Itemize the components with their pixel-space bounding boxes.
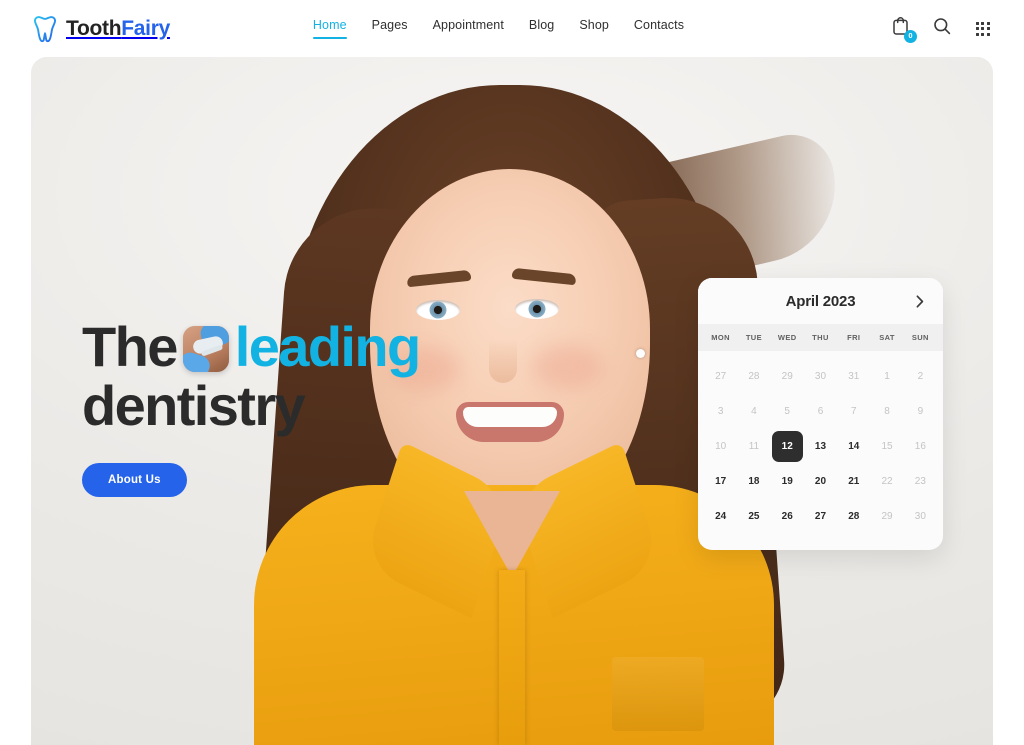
calendar-day-19[interactable]: 19 [771,466,804,497]
main-navigation: Home Pages Appointment Blog Shop Contact… [273,18,684,39]
hero-content: The leading dentistry About Us [82,315,421,497]
nav-item-shop[interactable]: Shop [579,18,609,39]
calendar-day-29[interactable]: 29 [771,361,804,392]
about-us-button[interactable]: About Us [82,462,187,497]
calendar-day-17[interactable]: 17 [704,466,737,497]
calendar-day-6[interactable]: 6 [804,396,837,427]
search-button[interactable] [931,18,953,40]
weekday-sat: SAT [879,333,895,342]
nav-item-contacts[interactable]: Contacts [634,18,684,39]
header-actions: 0 [890,17,994,43]
calendar-day-16[interactable]: 16 [904,431,937,462]
brand-name-part2: Fairy [121,17,170,40]
site-header: ToothFairy Home Pages Appointment Blog S… [0,0,1024,57]
headline-part1: The [82,315,178,378]
calendar-day-27[interactable]: 27 [804,501,837,532]
calendar-header: April 2023 [698,278,943,324]
cart-badge-count: 0 [903,29,917,43]
calendar-day-14[interactable]: 14 [837,431,870,462]
grid-menu-icon [975,21,990,36]
nav-item-pages[interactable]: Pages [372,18,408,39]
calendar-day-10[interactable]: 10 [704,431,737,462]
headline-part2: dentistry [82,374,306,438]
calendar-weekday-row: MON TUE WED THU FRI SAT SUN [698,324,943,351]
calendar-day-18[interactable]: 18 [737,466,770,497]
calendar-day-7[interactable]: 7 [837,396,870,427]
nav-item-blog[interactable]: Blog [529,18,554,39]
calendar-day-11[interactable]: 11 [737,431,770,462]
calendar-day-9[interactable]: 9 [904,396,937,427]
calendar-day-30[interactable]: 30 [904,501,937,532]
calendar-month-title: April 2023 [785,292,856,310]
calendar-day-12[interactable]: 12 [771,431,803,462]
cart-button[interactable]: 0 [890,17,917,43]
chevron-right-icon[interactable] [911,292,929,310]
appointment-calendar: April 2023 MON TUE WED THU FRI SAT SUN 2… [698,278,943,550]
calendar-day-grid: 27 28 29 30 31 1 2 3 4 5 6 7 8 9 10 11 12 13 14 15 16 17 18 19 2… [698,351,943,550]
brand-logo[interactable]: ToothFairy [32,15,170,43]
dental-procedure-thumbnail [182,326,229,372]
calendar-day-28[interactable]: 28 [837,501,870,532]
calendar-day-4[interactable]: 4 [737,396,770,427]
weekday-mon: MON [711,333,730,342]
hero-headline: The leading dentistry [82,315,421,438]
nav-item-appointment[interactable]: Appointment [433,18,504,39]
brand-name-part1: Tooth [66,17,122,40]
nav-item-home[interactable]: Home [312,18,347,39]
weekday-fri: FRI [847,333,861,342]
calendar-day-24[interactable]: 24 [704,501,737,532]
hero-section: The leading dentistry About Us April 2023… [31,57,993,745]
apps-menu-button[interactable] [972,18,994,40]
weekday-sun: SUN [911,333,929,342]
tooth-icon [32,15,58,43]
weekday-thu: THU [812,333,829,342]
calendar-day-26[interactable]: 26 [771,501,804,532]
calendar-day-22[interactable]: 22 [870,466,903,497]
weekday-tue: TUE [745,333,763,342]
calendar-day-1[interactable]: 1 [870,361,903,392]
headline-accent: leading [234,315,421,378]
calendar-day-3[interactable]: 3 [704,396,737,427]
calendar-day-28[interactable]: 28 [737,361,770,392]
calendar-day-29[interactable]: 29 [870,501,903,532]
calendar-day-5[interactable]: 5 [771,396,804,427]
calendar-day-23[interactable]: 23 [904,466,937,497]
calendar-day-21[interactable]: 21 [837,466,870,497]
calendar-day-15[interactable]: 15 [870,431,903,462]
search-icon [933,17,951,40]
calendar-day-2[interactable]: 2 [904,361,937,392]
calendar-day-31[interactable]: 31 [837,361,870,392]
weekday-wed: WED [777,333,797,342]
calendar-day-8[interactable]: 8 [870,396,903,427]
brand-name: ToothFairy [66,18,170,39]
calendar-day-13[interactable]: 13 [804,431,837,462]
calendar-day-30[interactable]: 30 [804,361,837,392]
calendar-day-27[interactable]: 27 [704,361,737,392]
calendar-day-20[interactable]: 20 [804,466,837,497]
calendar-day-25[interactable]: 25 [737,501,770,532]
